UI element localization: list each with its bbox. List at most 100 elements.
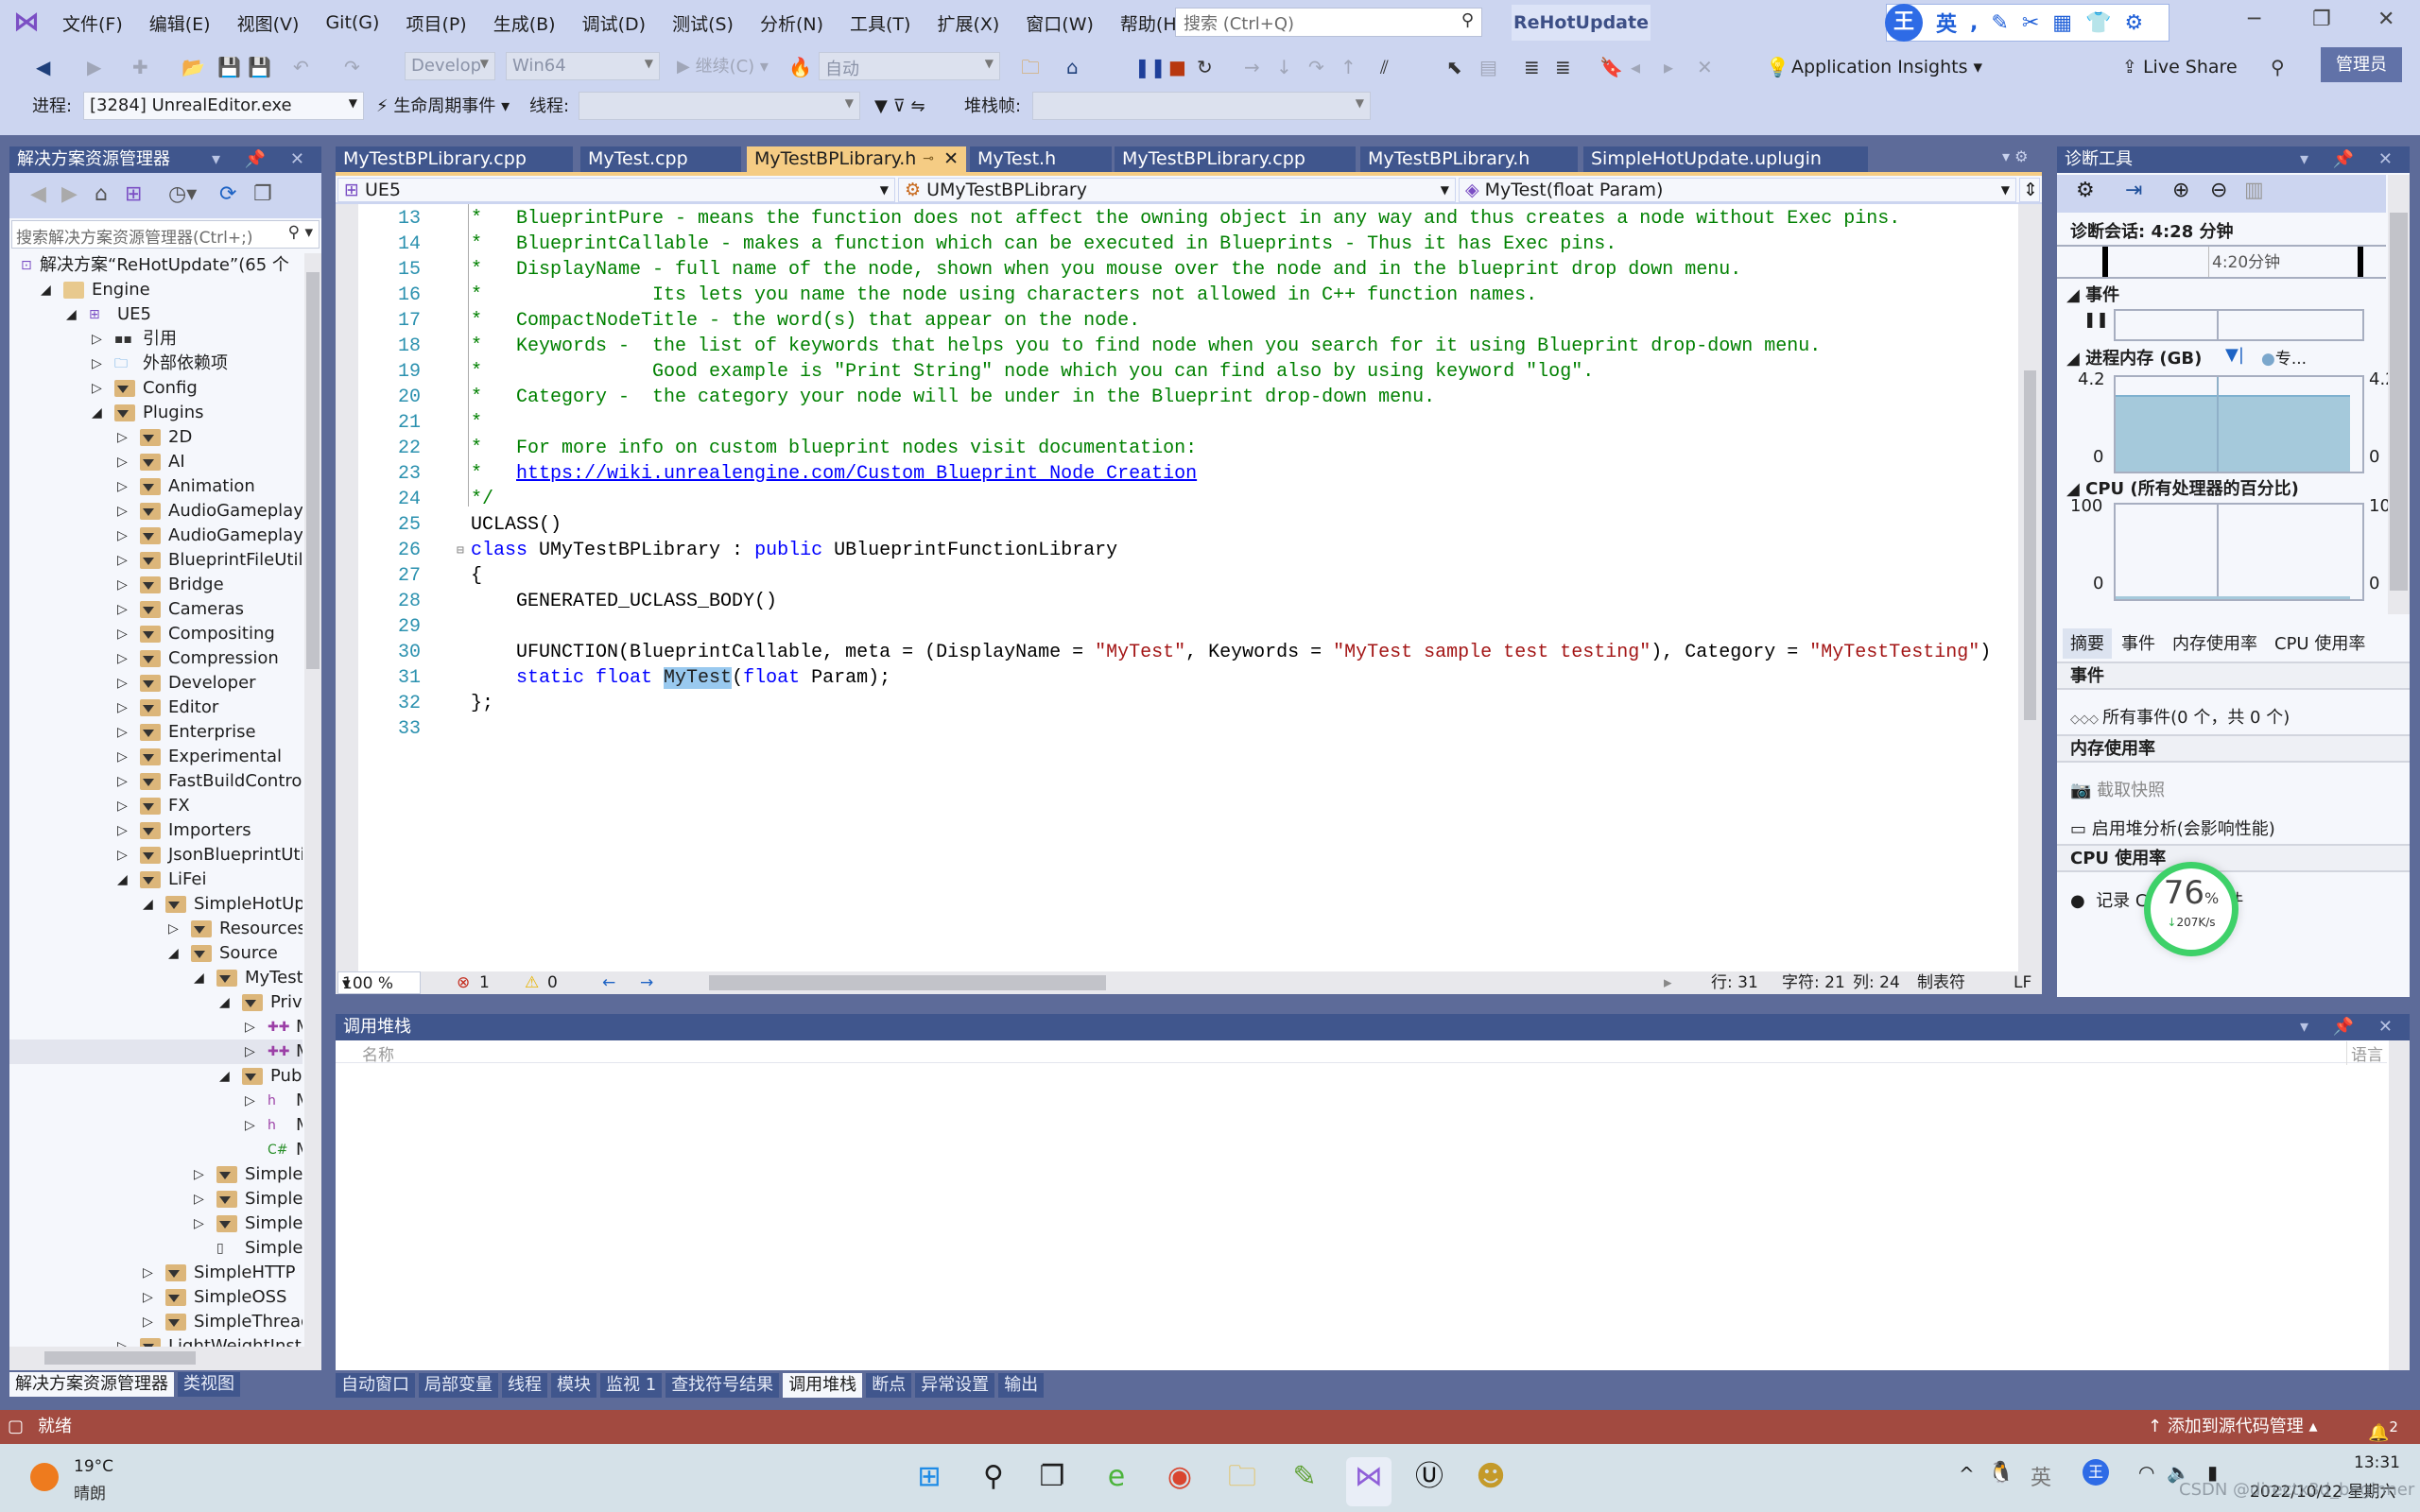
editor-tab[interactable]: MyTestBPLibrary.cpp [1115,146,1356,172]
menu-item[interactable]: 生成(B) [480,10,569,36]
ime-toolbar[interactable]: 王英, ✎ ✂ ▦ 👕 ⚙ [1885,4,2169,42]
home-icon[interactable]: ⌂ [95,182,108,206]
tree-item[interactable]: ▷ SimpleOSS [9,1285,302,1310]
code-token-link[interactable]: https://wiki.unrealengine.com/Custom_Blu… [516,463,1197,485]
tree-item[interactable]: ◢ Engine [9,278,302,302]
split-window-button[interactable]: ⇕ [2019,178,2040,202]
menu-item[interactable]: 调试(D) [569,10,659,36]
diagnostics-tab[interactable]: 事件 [2114,628,2163,659]
tree-item[interactable]: ◢ SimpleHotUp [9,892,302,917]
collapsed-arrow-icon[interactable]: ▷ [117,622,130,646]
warning-count[interactable]: 0 [547,971,558,994]
timeline-start-handle[interactable] [2102,247,2108,277]
collapsed-arrow-icon[interactable]: ▷ [194,1162,207,1187]
error-count[interactable]: 1 [479,971,490,994]
step-into-icon[interactable]: ↓ [1276,51,1292,83]
tree-item[interactable]: ▷ Enterprise [9,720,302,745]
step-over-icon[interactable]: ↷ [1308,51,1324,83]
tab-overflow-icon[interactable]: ▾ ⚙ [2002,147,2028,165]
collapsed-arrow-icon[interactable]: ▷ [194,1211,207,1236]
solution-search-input[interactable]: 搜索解决方案资源管理器(Ctrl+;) ⚲ ▾ [11,220,320,249]
tree-item[interactable]: ▷ AudioGameplayV [9,524,302,548]
show-hidden-icons[interactable]: ^ [1959,1463,1975,1486]
search-icon[interactable]: ⚲ [974,1457,1013,1497]
line-ending-indicator[interactable]: LF [2014,971,2031,994]
fold-toggle-icon[interactable]: ⊟ [457,538,464,563]
collapsed-arrow-icon[interactable]: ▷ [117,818,130,843]
clear-bookmarks-icon[interactable]: ✕ [1697,51,1713,83]
clock-time[interactable]: 13:31 [2354,1453,2400,1472]
tree-item[interactable]: ▷ FX [9,794,302,818]
tree-item[interactable]: ▷ FastBuildControl [9,769,302,794]
collapsed-arrow-icon[interactable]: ▷ [117,745,130,769]
tree-item[interactable]: ▷ BlueprintFileUtils [9,548,302,573]
close-button[interactable]: ✕ [2377,8,2394,31]
tree-item[interactable]: ▷ ✚✚ M [9,1040,302,1064]
prev-bookmark-icon[interactable]: ◂ [1631,51,1640,83]
uncomment-icon[interactable]: ≣ [1555,51,1571,83]
timeline-ruler[interactable]: 4:20分钟 [2057,245,2386,279]
tree-item[interactable]: ▷ LightWeightInsta [9,1334,302,1347]
step-out-icon[interactable]: ↑ [1340,51,1357,83]
collapsed-arrow-icon[interactable]: ▷ [117,1334,130,1347]
tree-item[interactable]: ◢ Pub [9,1064,302,1089]
editor-vertical-scrollbar[interactable] [2018,204,2042,971]
tree-item[interactable]: ▷ Simple [9,1162,302,1187]
all-events-item[interactable]: ◇◇◇ 所有事件(0 个，共 0 个) [2070,704,2290,729]
tree-item[interactable]: ▷ Animation [9,474,302,499]
member-dropdown[interactable]: ◈ MyTest(float Param) ▼ [1459,178,2016,202]
file-explorer-icon[interactable]: 🗀 [1222,1457,1262,1497]
diagnostics-scrollbar[interactable] [2388,175,2410,614]
keyboard-icon[interactable]: ▦ [2052,11,2072,35]
tree-item[interactable]: ◢ ⊞ UE5 [9,302,302,327]
editor-tab[interactable]: MyTestBPLibrary.cpp [336,146,573,172]
collapse-all-icon[interactable]: ❐ [253,182,272,206]
skin-icon[interactable]: 👕 [2085,11,2111,35]
tree-item[interactable]: C# MyT [9,1138,302,1162]
tree-item[interactable]: ◢ MyTest [9,966,302,990]
pending-changes-icon[interactable]: ◷▾ [168,182,197,206]
collapsed-arrow-icon[interactable]: ▷ [92,327,105,352]
collapsed-arrow-icon[interactable]: ▷ [117,548,130,573]
debug-tab[interactable]: 线程 [502,1373,547,1398]
panel-controls[interactable]: ▾ 📌 ✕ [212,146,314,173]
tree-item[interactable]: ⊡ 解决方案“ReHotUpdate”(65 个 [9,253,302,278]
pause-icon[interactable]: ❚❚ [2083,310,2109,328]
expanded-arrow-icon[interactable]: ◢ [168,941,182,966]
pause-icon[interactable]: ❚❚ [1134,51,1167,83]
memory-section-label[interactable]: ◢ 进程内存 (GB) [2066,345,2202,369]
panel-tab[interactable]: 解决方案资源管理器 [9,1372,174,1397]
tree-item[interactable]: ◢ Plugins [9,401,302,425]
weather-sun-icon[interactable] [30,1463,59,1491]
scroll-right-icon[interactable]: ▸ [1664,971,1672,994]
editor-tab[interactable]: MyTestBPLibrary.h ⊸ ✕ [747,146,966,172]
code-editor[interactable]: 13 * BlueprintPure - means the function d… [336,204,2018,971]
collapsed-arrow-icon[interactable]: ▷ [117,646,130,671]
debug-tab[interactable]: 自动窗口 [336,1373,415,1398]
code-line[interactable]: 18 * Keywords - the list of keywords that… [336,334,2018,359]
zoom-dropdown[interactable]: 100 % ▾ [337,971,421,994]
configuration-dropdown[interactable]: Develop ▼ [405,52,495,80]
tree-item[interactable]: ▷ AudioGameplay [9,499,302,524]
back-icon[interactable]: ◀ [30,182,46,206]
expanded-arrow-icon[interactable]: ◢ [117,868,130,892]
collapsed-arrow-icon[interactable]: ▷ [92,352,105,376]
tree-item[interactable]: ▷ Resources [9,917,302,941]
collapsed-arrow-icon[interactable]: ▷ [117,720,130,745]
code-line[interactable]: 25 UCLASS() [336,512,2018,538]
take-snapshot-button[interactable]: 📷 截取快照 [2070,777,2165,801]
weather-condition[interactable]: 晴朗 [74,1480,106,1503]
expanded-arrow-icon[interactable]: ◢ [66,302,79,327]
enable-heap-profiling-button[interactable]: ▭ 启用堆分析(会影响性能) [2070,816,2275,840]
network-speed-widget[interactable]: 76% ↓207K/s [2144,862,2238,956]
previous-issue-icon[interactable]: ← [602,971,615,994]
collapsed-arrow-icon[interactable]: ▷ [117,794,130,818]
expanded-arrow-icon[interactable]: ◢ [219,1064,233,1089]
tree-item[interactable]: ▷ h M [9,1089,302,1113]
scissors-icon[interactable]: ✂ [2022,11,2039,35]
debug-tab[interactable]: 监视 1 [600,1373,663,1398]
editor-tab[interactable]: MyTestBPLibrary.h [1360,146,1578,172]
tray-ime-mode[interactable]: 英 [2031,1461,2051,1491]
tree-item[interactable]: ▷ Compression [9,646,302,671]
unreal-engine-icon[interactable]: Ⓤ [1409,1457,1449,1497]
